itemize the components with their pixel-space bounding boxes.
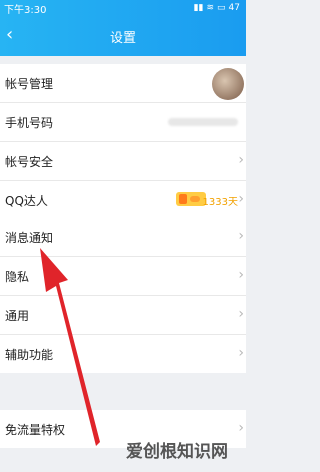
battery-icon: ▭ <box>217 3 226 13</box>
settings-row-qq-expert[interactable]: QQ达人 1333天 › <box>0 181 246 219</box>
blurred-phone <box>168 118 238 126</box>
row-label: QQ达人 <box>5 194 48 208</box>
chevron-right-icon: › <box>238 306 244 322</box>
row-label: 帐号安全 <box>5 155 54 169</box>
chevron-right-icon: › <box>238 267 244 283</box>
battery-level: 47 <box>228 3 240 13</box>
settings-row-security[interactable]: 帐号安全 › <box>0 142 246 181</box>
settings-row-phone[interactable]: 手机号码 <box>0 103 246 142</box>
settings-row-general[interactable]: 通用 › <box>0 296 246 335</box>
row-label: 消息通知 <box>5 231 54 245</box>
signal-icon: ▮▮ <box>193 3 204 13</box>
nav-bar: ‹ 设置 <box>0 16 246 56</box>
row-label: 隐私 <box>5 270 30 284</box>
row-label: 辅助功能 <box>5 348 54 362</box>
status-bar: 下午3:30 ▮▮ ≋ ▭ 47 <box>0 0 246 16</box>
chevron-right-icon: › <box>238 420 244 436</box>
settings-group-main: 消息通知 › 隐私 › 通用 › 辅助功能 › <box>0 218 246 373</box>
watermark: 爱创根知识网 <box>126 442 228 462</box>
settings-group-account: 帐号管理 手机号码 帐号安全 › QQ达人 1333天 › <box>0 64 246 219</box>
status-time: 下午3:30 <box>4 4 47 16</box>
wifi-icon: ≋ <box>206 3 215 13</box>
row-label: 免流量特权 <box>5 423 66 437</box>
chevron-right-icon: › <box>238 228 244 244</box>
settings-row-accessibility[interactable]: 辅助功能 › <box>0 335 246 373</box>
qq-days: 1333天 <box>202 197 238 208</box>
settings-row-privacy[interactable]: 隐私 › <box>0 257 246 296</box>
page-title: 设置 <box>109 31 136 46</box>
settings-row-account-management[interactable]: 帐号管理 <box>0 64 246 103</box>
row-label: 帐号管理 <box>5 77 54 91</box>
row-label: 通用 <box>5 309 30 323</box>
qq-expert-badge-icon <box>176 192 206 206</box>
avatar <box>212 68 244 100</box>
row-label: 手机号码 <box>5 116 54 130</box>
chevron-right-icon: › <box>238 345 244 361</box>
chevron-right-icon: › <box>238 152 244 168</box>
status-icons: ▮▮ ≋ ▭ 47 <box>194 3 246 13</box>
settings-row-notifications[interactable]: 消息通知 › <box>0 218 246 257</box>
chevron-right-icon: › <box>238 191 244 207</box>
